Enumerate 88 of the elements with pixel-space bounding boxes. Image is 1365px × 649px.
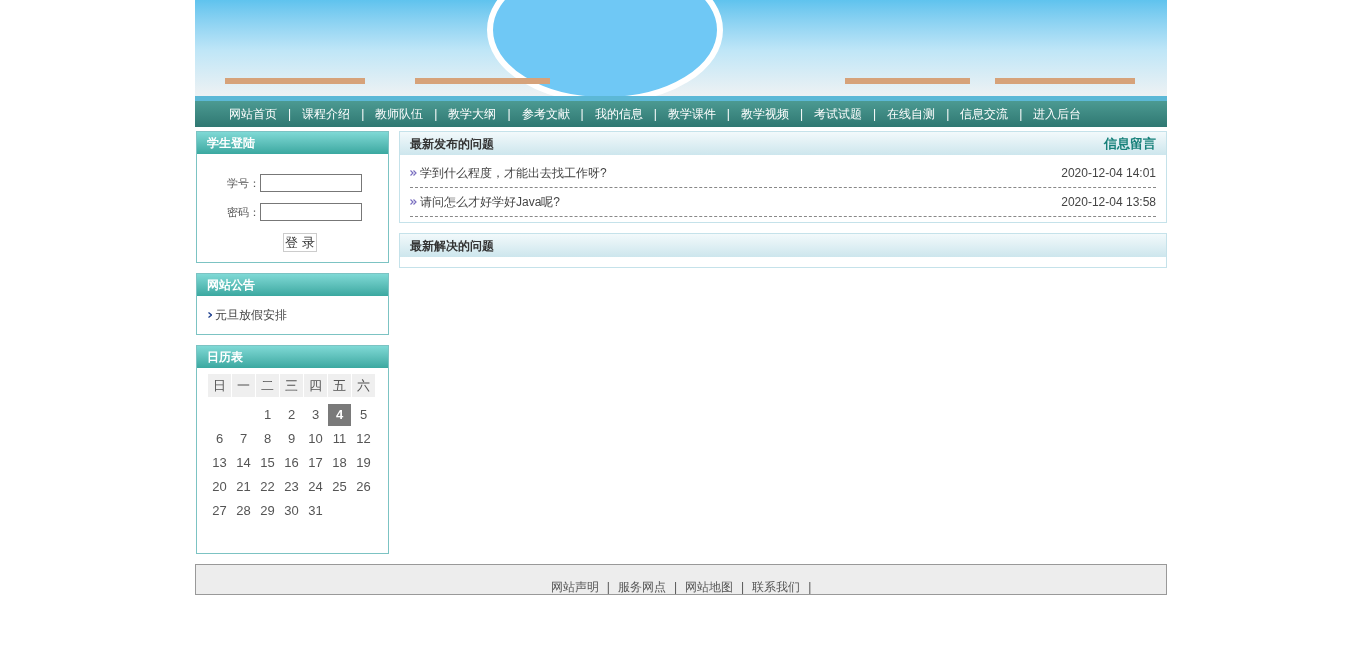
nav-separator: | <box>360 106 366 123</box>
calendar-day[interactable]: 9 <box>280 428 303 450</box>
panel-title: 学生登陆 <box>197 132 388 154</box>
input-field[interactable] <box>260 174 362 192</box>
double-chevron-icon <box>410 170 417 176</box>
calendar-day[interactable]: 7 <box>232 428 255 450</box>
input-field[interactable] <box>260 203 362 221</box>
calendar-day[interactable]: 24 <box>304 476 327 498</box>
calendar-day[interactable]: 17 <box>304 452 327 474</box>
nav-link[interactable]: 教学大纲 <box>444 105 501 123</box>
calendar-day[interactable]: 15 <box>256 452 279 474</box>
calendar-day[interactable]: 5 <box>352 404 375 426</box>
question-link[interactable]: 学到什么程度，才能出去找工作呀? <box>420 164 607 182</box>
nav-separator: | <box>652 106 658 123</box>
calendar-day[interactable]: 4 <box>328 404 351 426</box>
calendar-day[interactable]: 3 <box>304 404 327 426</box>
message-link[interactable]: 信息留言 <box>1104 133 1156 154</box>
panel-title: 最新解决的问题 <box>410 237 494 255</box>
panel-title: 网站公告 <box>197 274 388 296</box>
calendar-day[interactable]: 19 <box>352 452 375 474</box>
nav-link[interactable]: 进入后台 <box>1029 105 1086 123</box>
nav-separator: | <box>506 106 512 123</box>
nav-link[interactable]: 教学视频 <box>736 105 793 123</box>
notice-link[interactable]: 元旦放假安排 <box>215 306 287 324</box>
nav-link[interactable]: 参考文献 <box>517 105 574 123</box>
calendar-day[interactable]: 30 <box>280 500 303 522</box>
weekday-cell: 四 <box>304 374 327 397</box>
chevron-icon <box>208 312 212 318</box>
nav-separator: | <box>725 106 731 123</box>
nav-link[interactable]: 课程介绍 <box>298 105 355 123</box>
footer-separator: | <box>807 580 813 594</box>
footer-separator: | <box>740 580 746 594</box>
calendar-day[interactable]: 22 <box>256 476 279 498</box>
calendar-day[interactable]: 6 <box>208 428 231 450</box>
question-link[interactable]: 请问怎么才好学好Java呢? <box>420 193 561 211</box>
footer-separator: | <box>672 580 678 594</box>
nav-link[interactable]: 信息交流 <box>956 105 1013 123</box>
nav-separator: | <box>433 106 439 123</box>
question-time: 2020-12-04 13:58 <box>1061 194 1156 211</box>
calendar-day[interactable]: 10 <box>304 428 327 450</box>
nav-link[interactable]: 教师队伍 <box>371 105 428 123</box>
footer-link[interactable]: 服务网点 <box>613 580 670 594</box>
calendar-day[interactable]: 1 <box>256 404 279 426</box>
weekday-cell: 二 <box>256 374 279 397</box>
calendar-day[interactable]: 11 <box>328 428 351 450</box>
nav-link[interactable]: 教学课件 <box>663 105 720 123</box>
nav-separator: | <box>579 106 585 123</box>
question-time: 2020-12-04 14:01 <box>1061 165 1156 182</box>
calendar-day[interactable]: 25 <box>328 476 351 498</box>
nav-link[interactable]: 在线自测 <box>883 105 940 123</box>
nav-link[interactable]: 考试试题 <box>810 105 866 123</box>
nav-separator: | <box>798 106 804 123</box>
calendar-day[interactable]: 14 <box>232 452 255 474</box>
calendar-day[interactable]: 12 <box>352 428 375 450</box>
calendar-day[interactable]: 23 <box>280 476 303 498</box>
calendar-day[interactable]: 20 <box>208 476 231 498</box>
panel-title: 日历表 <box>197 346 388 368</box>
weekday-cell: 日 <box>208 374 231 397</box>
calendar-day[interactable]: 28 <box>232 500 255 522</box>
panel-title: 最新发布的问题 <box>410 135 494 153</box>
weekday-cell: 五 <box>328 374 351 397</box>
nav-separator: | <box>945 106 951 123</box>
calendar-day[interactable]: 8 <box>256 428 279 450</box>
footer-separator: | <box>605 580 611 594</box>
footer-link[interactable]: 联系我们 <box>748 580 805 594</box>
nav-separator: | <box>1018 106 1024 123</box>
calendar-day[interactable]: 16 <box>280 452 303 474</box>
footer-link[interactable]: 网站声明 <box>546 580 603 594</box>
calendar-day[interactable]: 26 <box>352 476 375 498</box>
calendar-day[interactable]: 27 <box>208 500 231 522</box>
login-button[interactable]: 登 录 <box>283 233 317 252</box>
calendar-day[interactable]: 13 <box>208 452 231 474</box>
nav-link[interactable]: 网站首页 <box>225 105 281 123</box>
weekday-cell: 六 <box>352 374 375 397</box>
calendar-day[interactable]: 29 <box>256 500 279 522</box>
double-chevron-icon <box>410 199 417 205</box>
nav-separator: | <box>287 106 293 123</box>
field-label: 学号： <box>226 175 260 191</box>
calendar-day[interactable]: 2 <box>280 404 303 426</box>
weekday-cell: 三 <box>280 374 303 397</box>
weekday-cell: 一 <box>232 374 255 397</box>
field-label: 密码： <box>226 204 260 220</box>
footer-link[interactable]: 网站地图 <box>681 580 737 594</box>
calendar-day[interactable]: 31 <box>304 500 327 522</box>
calendar-day[interactable]: 21 <box>232 476 255 498</box>
calendar-day[interactable]: 18 <box>328 452 351 474</box>
nav-link[interactable]: 我的信息 <box>590 105 647 123</box>
nav-separator: | <box>872 106 878 123</box>
